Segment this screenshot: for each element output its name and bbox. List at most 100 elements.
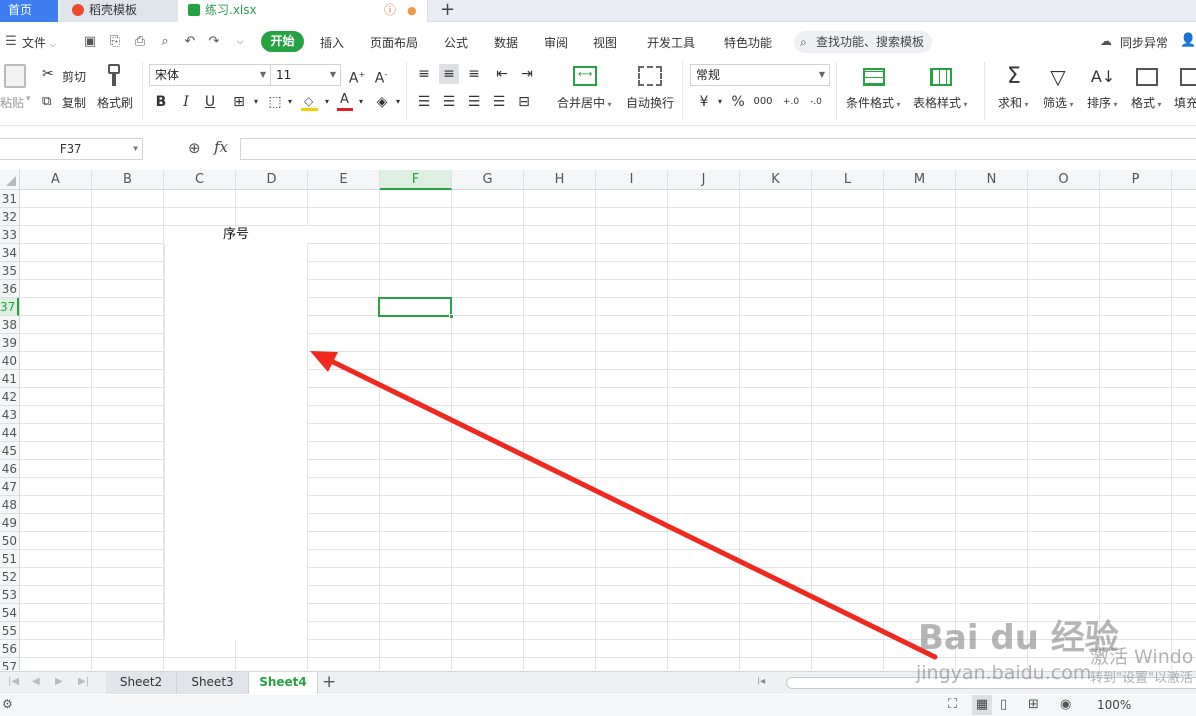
page-layout-icon[interactable]: ▯ [1000, 697, 1007, 712]
zoom-search-icon[interactable]: ⊕ [188, 139, 201, 157]
eye-protection-icon[interactable]: ◉ [1060, 697, 1071, 712]
filter-button[interactable]: 筛选 ▾ [1043, 94, 1074, 111]
thousands-separator-button[interactable]: 000 [753, 92, 773, 112]
menu-view[interactable]: 视图 [593, 34, 617, 51]
menu-page-layout[interactable]: 页面布局 [370, 34, 418, 51]
copy-button[interactable]: 复制 [62, 94, 86, 111]
row-header-32[interactable]: 32 [0, 208, 19, 226]
chevron-down-icon[interactable]: ▾ [710, 92, 730, 112]
fullscreen-icon[interactable]: ⛶ [948, 697, 957, 712]
next-sheet-icon[interactable]: ▶ [55, 676, 63, 687]
row-header-51[interactable]: 51 [0, 550, 19, 568]
customize-dropdown-icon[interactable]: ⌵ [233, 35, 247, 49]
column-header-a[interactable]: A [20, 170, 92, 190]
sheet-tab-sheet3[interactable]: Sheet3 [177, 672, 249, 694]
chevron-down-icon[interactable]: ▾ [280, 92, 300, 112]
menu-file[interactable]: 文件 ⌵ [22, 34, 56, 51]
column-header-b[interactable]: B [92, 170, 164, 190]
first-sheet-icon[interactable]: |◀ [8, 676, 19, 687]
row-header-37[interactable]: 37 [0, 298, 19, 316]
row-header-49[interactable]: 49 [0, 514, 19, 532]
column-header-j[interactable]: J [668, 170, 740, 190]
format-painter-button[interactable]: 格式刷 [97, 94, 133, 111]
column-header-k[interactable]: K [740, 170, 812, 190]
bold-button[interactable]: B [151, 92, 171, 112]
row-header-55[interactable]: 55 [0, 622, 19, 640]
decrease-font-icon[interactable]: A- [371, 65, 391, 87]
column-header-c[interactable]: C [164, 170, 236, 190]
fill-handle[interactable] [449, 314, 454, 319]
conditional-format-button[interactable]: 条件格式 ▾ [846, 94, 901, 111]
align-bottom-icon[interactable]: ≡ [464, 64, 484, 84]
sheet-tab-sheet2[interactable]: Sheet2 [106, 672, 177, 694]
scroll-left-icon[interactable]: ⁞◂ [757, 676, 765, 687]
macro-record-icon[interactable]: ⚙ [2, 697, 13, 711]
row-header-54[interactable]: 54 [0, 604, 19, 622]
active-cell-f37[interactable] [378, 297, 454, 319]
column-header-f[interactable]: F [380, 170, 452, 190]
page-break-icon[interactable]: ⊞ [1028, 697, 1039, 712]
row-header-47[interactable]: 47 [0, 478, 19, 496]
row-header-36[interactable]: 36 [0, 280, 19, 298]
increase-indent-icon[interactable]: ⇥ [517, 64, 537, 84]
name-box[interactable]: F37 ▼ [0, 138, 143, 160]
undo-icon[interactable]: ↶ [183, 35, 197, 49]
row-header-40[interactable]: 40 [0, 352, 19, 370]
percent-button[interactable]: % [728, 92, 748, 112]
menu-special[interactable]: 特色功能 [724, 34, 772, 51]
chevron-down-icon[interactable]: ▼ [133, 139, 138, 159]
increase-decimal-button[interactable]: +.0 [781, 92, 801, 112]
save-icon[interactable]: ▣ [83, 35, 97, 49]
merged-cell-range[interactable] [164, 244, 308, 640]
underline-button[interactable]: U [200, 92, 220, 112]
distributed-align-icon[interactable]: ⊟ [514, 92, 534, 112]
row-header-31[interactable]: 31 [0, 190, 19, 208]
prev-sheet-icon[interactable]: ◀ [32, 676, 40, 687]
column-header-g[interactable]: G [452, 170, 524, 190]
font-name-select[interactable]: 宋体 ▼ [149, 64, 271, 86]
font-size-select[interactable]: 11 ▼ [270, 64, 341, 86]
row-header-45[interactable]: 45 [0, 442, 19, 460]
export-icon[interactable]: ⎘ [108, 35, 122, 49]
column-header-o[interactable]: O [1028, 170, 1100, 190]
menu-formulas[interactable]: 公式 [444, 34, 468, 51]
tab-file[interactable]: 练习.xlsx ⓘ ● [178, 0, 428, 22]
cloud-sync-icon[interactable]: ☁ [1100, 34, 1112, 48]
row-header-44[interactable]: 44 [0, 424, 19, 442]
format-button[interactable]: 格式 ▾ [1131, 94, 1162, 111]
column-header-h[interactable]: H [524, 170, 596, 190]
normal-view-icon[interactable]: ▦ [972, 695, 992, 715]
column-header-e[interactable]: E [308, 170, 380, 190]
row-header-35[interactable]: 35 [0, 262, 19, 280]
search-box[interactable]: ⌕ 查找功能、搜索模板 [794, 31, 932, 53]
column-header-l[interactable]: L [812, 170, 884, 190]
row-header-42[interactable]: 42 [0, 388, 19, 406]
menu-insert[interactable]: 插入 [320, 34, 344, 51]
number-format-select[interactable]: 常规 ▼ [690, 64, 830, 86]
align-middle-icon[interactable]: ≡ [439, 64, 459, 84]
row-header-33[interactable]: 33 [0, 226, 19, 244]
paste-icon[interactable] [4, 64, 26, 88]
menu-data[interactable]: 数据 [494, 34, 518, 51]
tab-template[interactable]: 稻壳模板 [60, 0, 178, 22]
align-center-icon[interactable]: ☰ [439, 92, 459, 112]
italic-button[interactable]: I [176, 92, 196, 112]
chevron-down-icon[interactable]: ▾ [388, 92, 408, 112]
row-header-56[interactable]: 56 [0, 640, 19, 658]
column-header-d[interactable]: D [236, 170, 308, 190]
decrease-decimal-button[interactable]: -.0 [806, 92, 826, 112]
fx-button[interactable]: fx [214, 138, 228, 156]
last-sheet-icon[interactable]: ▶| [78, 676, 89, 687]
align-left-icon[interactable]: ☰ [414, 92, 434, 112]
column-header-n[interactable]: N [956, 170, 1028, 190]
redo-icon[interactable]: ↷ [207, 35, 221, 49]
user-icon[interactable]: 👤 [1180, 33, 1196, 48]
add-sheet-button[interactable]: + [322, 672, 336, 692]
row-header-50[interactable]: 50 [0, 532, 19, 550]
row-header-43[interactable]: 43 [0, 406, 19, 424]
sum-button[interactable]: 求和 ▾ [998, 94, 1029, 111]
decrease-indent-icon[interactable]: ⇤ [492, 64, 512, 84]
select-all-corner[interactable] [0, 170, 20, 190]
chevron-down-icon[interactable]: ▾ [317, 92, 337, 112]
row-header-41[interactable]: 41 [0, 370, 19, 388]
